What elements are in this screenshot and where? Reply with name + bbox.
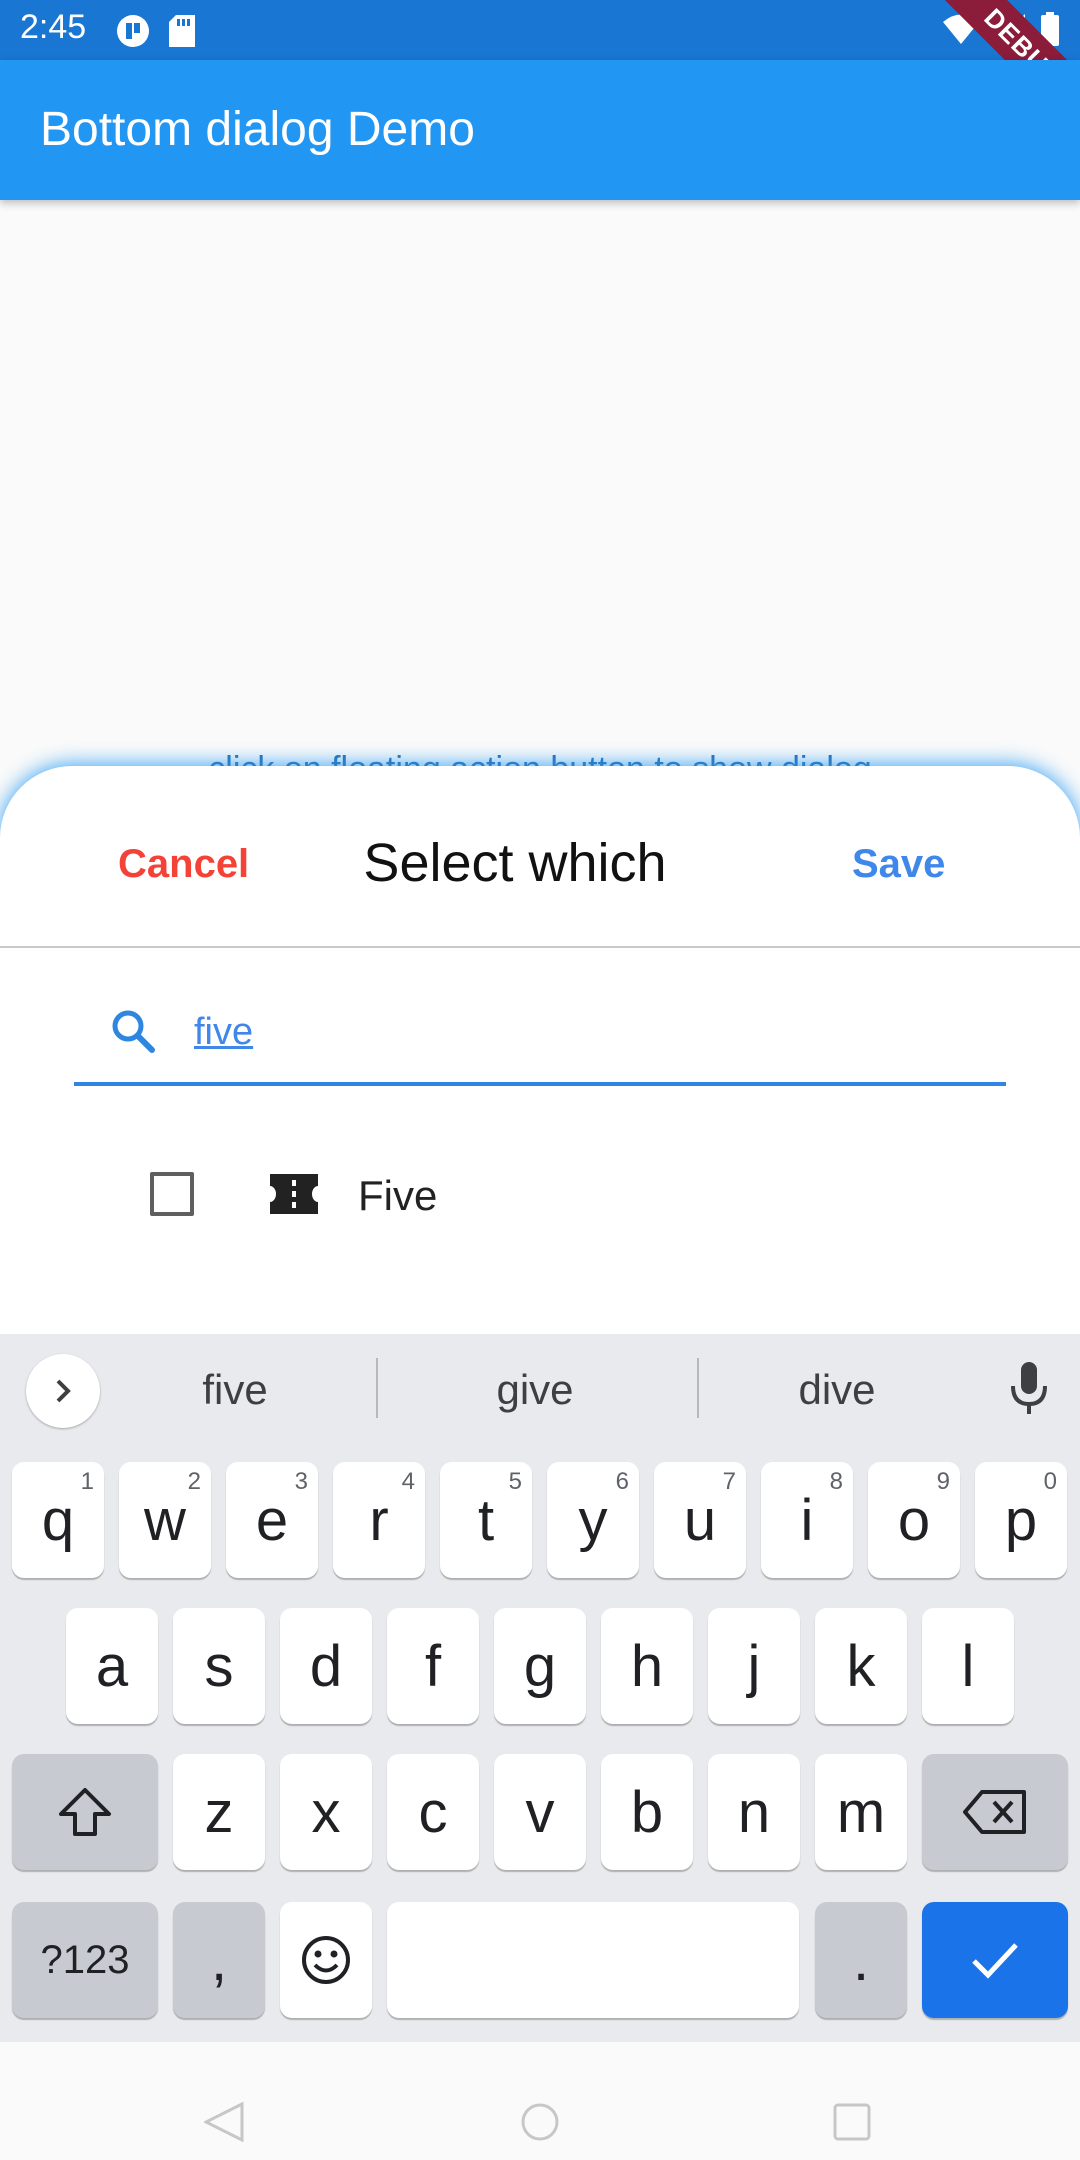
app-bar: Bottom dialog Demo	[0, 60, 1080, 200]
check-icon	[972, 1943, 1018, 1979]
item-checkbox[interactable]	[150, 1172, 194, 1216]
key-a[interactable]: a	[66, 1608, 158, 1724]
list-item[interactable]: Five	[0, 1146, 1080, 1246]
key-x[interactable]: x	[280, 1754, 372, 1870]
divider	[0, 946, 1080, 948]
key-o[interactable]: o9	[868, 1462, 960, 1578]
chevron-right-icon	[56, 1379, 71, 1403]
key-z[interactable]: z	[173, 1754, 265, 1870]
key-hint: 8	[829, 1468, 843, 1495]
key-u[interactable]: u7	[654, 1462, 746, 1578]
key-hint: 0	[1043, 1468, 1057, 1495]
key-q[interactable]: q1	[12, 1462, 104, 1578]
emoji-key[interactable]	[280, 1902, 372, 2018]
key-g[interactable]: g	[494, 1608, 586, 1724]
key-k[interactable]: k	[815, 1608, 907, 1724]
app-title: Bottom dialog Demo	[40, 103, 475, 156]
backspace-key[interactable]	[922, 1754, 1068, 1870]
key-label: t	[477, 1487, 495, 1553]
key-label: y	[578, 1487, 608, 1553]
bottom-sheet-dialog: Cancel Select which Save Five	[0, 766, 1080, 1366]
key-y[interactable]: y6	[547, 1462, 639, 1578]
emoji-icon	[302, 1936, 350, 1984]
key-hint: 7	[722, 1468, 736, 1495]
key-label: u	[683, 1487, 717, 1553]
suggestion-separator	[697, 1358, 699, 1418]
notification-app-icon	[117, 15, 149, 47]
key-hint: 3	[294, 1468, 308, 1495]
key-c[interactable]: c	[387, 1754, 479, 1870]
suggestion-3[interactable]: dive	[762, 1366, 912, 1414]
key-m[interactable]: m	[815, 1754, 907, 1870]
key-label: w	[144, 1487, 186, 1553]
space-key[interactable]	[387, 1902, 799, 2018]
key-s[interactable]: s	[173, 1608, 265, 1724]
suggestion-2[interactable]: give	[460, 1366, 610, 1414]
key-j[interactable]: j	[708, 1608, 800, 1724]
ticket-icon	[270, 1174, 318, 1214]
key-n[interactable]: n	[708, 1754, 800, 1870]
status-notification-icons	[116, 14, 196, 48]
key-label: i	[800, 1487, 814, 1553]
status-time: 2:45	[20, 8, 87, 46]
key-e[interactable]: e3	[226, 1462, 318, 1578]
key-r[interactable]: r4	[333, 1462, 425, 1578]
suggestion-bar: five give dive	[0, 1334, 1080, 1450]
key-t[interactable]: t5	[440, 1462, 532, 1578]
home-icon[interactable]	[520, 2102, 560, 2142]
key-p[interactable]: p0	[975, 1462, 1067, 1578]
soft-keyboard: five give dive q1 w2 e3 r4 t5 y6 u7 i8 o…	[0, 1334, 1080, 2042]
key-label: q	[41, 1487, 75, 1553]
key-w[interactable]: w2	[119, 1462, 211, 1578]
key-label: p	[1004, 1487, 1038, 1553]
navigation-bar	[0, 2042, 1080, 2160]
period-key[interactable]: .	[815, 1902, 907, 2018]
enter-key[interactable]	[922, 1902, 1068, 2018]
search-field[interactable]	[74, 986, 1006, 1086]
suggestion-expand-button[interactable]	[26, 1354, 100, 1428]
key-hint: 5	[508, 1468, 522, 1495]
backspace-icon	[963, 1790, 1026, 1834]
key-l[interactable]: l	[922, 1608, 1014, 1724]
key-hint: 6	[615, 1468, 629, 1495]
shift-key[interactable]	[12, 1754, 158, 1870]
key-label: e	[255, 1487, 289, 1553]
status-bar: 2:45 DEBUG	[0, 0, 1080, 149]
key-label: r	[369, 1487, 389, 1553]
sd-card-icon	[169, 15, 195, 47]
mic-icon[interactable]	[1008, 1360, 1050, 1416]
key-hint: 4	[401, 1468, 415, 1495]
suggestion-separator	[376, 1358, 378, 1418]
comma-key[interactable]: ,	[173, 1902, 265, 2018]
key-i[interactable]: i8	[761, 1462, 853, 1578]
item-label: Five	[358, 1172, 438, 1219]
key-hint: 1	[80, 1468, 94, 1495]
key-v[interactable]: v	[494, 1754, 586, 1870]
symbols-key[interactable]: ?123	[12, 1902, 158, 2018]
key-label: o	[897, 1487, 931, 1553]
save-button[interactable]: Save	[852, 842, 945, 887]
suggestion-1[interactable]: five	[160, 1366, 310, 1414]
key-f[interactable]: f	[387, 1608, 479, 1724]
key-hint: 2	[187, 1468, 201, 1495]
key-d[interactable]: d	[280, 1608, 372, 1724]
shift-icon	[59, 1788, 111, 1836]
recents-icon[interactable]	[832, 2102, 872, 2142]
key-hint: 9	[936, 1468, 950, 1495]
search-icon	[112, 1010, 155, 1053]
search-input[interactable]	[194, 1002, 974, 1062]
key-h[interactable]: h	[601, 1608, 693, 1724]
back-icon[interactable]	[204, 2102, 244, 2142]
key-b[interactable]: b	[601, 1754, 693, 1870]
